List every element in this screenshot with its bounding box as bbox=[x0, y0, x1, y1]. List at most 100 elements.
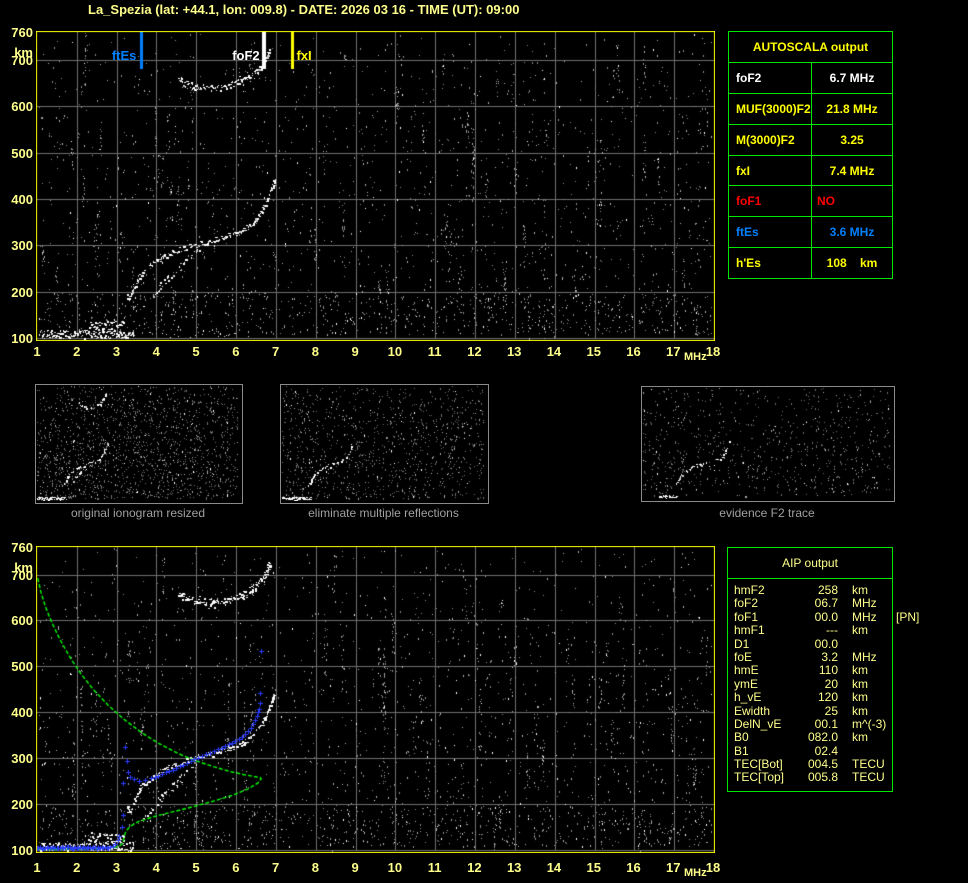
aip-gap bbox=[838, 718, 852, 731]
aip-name: DelN_vE bbox=[734, 716, 782, 731]
y-tick-label: 300 bbox=[11, 751, 33, 767]
aip-unit: km bbox=[852, 623, 868, 638]
autoscala-row-foF2: foF2 6.7 MHz bbox=[729, 63, 892, 94]
aip-row-foE: foE 3.2 MHz bbox=[734, 649, 892, 664]
aip-val: 02.4 bbox=[814, 743, 838, 758]
x-tick-label: 10 bbox=[387, 860, 403, 875]
autoscala-row-label: h'Es bbox=[729, 248, 812, 279]
aip-table-header: AIP output bbox=[728, 548, 892, 579]
aip-row-hmE: hmE 110 km bbox=[734, 663, 892, 678]
autoscala-row-value: NO bbox=[817, 194, 835, 209]
aip-output-table: AIP output hmF2 258 km foF2 06.7 MHz foF1 00.0 M… bbox=[727, 547, 919, 792]
x-tick-label: 12 bbox=[467, 860, 482, 875]
autoscala-output-table: AUTOSCALA output foF2 6.7 MHz MUF(3000)F2 2… bbox=[728, 31, 893, 279]
aip-name: Ewidth bbox=[734, 703, 771, 718]
autoscala-table-rows: foF2 6.7 MHz MUF(3000)F2 21.8 MHz M(3000)F2 3… bbox=[729, 63, 892, 279]
aip-name: h_vE bbox=[734, 690, 762, 705]
aip-name: hmF2 bbox=[734, 583, 765, 597]
aip-gap bbox=[838, 597, 852, 610]
aip-name: hmF1 bbox=[734, 623, 765, 638]
x-tick-label: 13 bbox=[506, 344, 522, 359]
aip-name: hmE bbox=[734, 663, 759, 678]
aip-val: 082.0 bbox=[807, 730, 838, 745]
y-axis-unit-label: km bbox=[14, 45, 33, 60]
aip-gap bbox=[838, 651, 852, 664]
x-tick-label: 3 bbox=[112, 860, 121, 875]
aip-gap bbox=[838, 745, 852, 758]
aip-unit: km bbox=[852, 583, 868, 597]
aip-gap bbox=[838, 624, 852, 637]
x-tick-label: 1 bbox=[33, 344, 41, 359]
autoscala-row-fxI: fxI 7.4 MHz bbox=[729, 155, 892, 187]
autoscala-row-foF1: foF1 NO bbox=[729, 186, 892, 218]
x-tick-label: 5 bbox=[192, 860, 200, 875]
aip-val: --- bbox=[826, 623, 838, 638]
aip-gap bbox=[838, 731, 852, 744]
x-tick-label: 6 bbox=[232, 344, 240, 359]
thumbnail-original-canvas bbox=[36, 385, 240, 501]
y-tick-label: 760 bbox=[11, 540, 33, 555]
aip-val: 00.0 bbox=[814, 636, 838, 651]
thumbnail-caption-evidence: evidence F2 trace bbox=[719, 506, 815, 520]
x-tick-label: 5 bbox=[192, 344, 200, 359]
x-tick-label: 14 bbox=[546, 344, 562, 359]
y-tick-label: 500 bbox=[11, 659, 33, 675]
aip-row-B1: B1 02.4 bbox=[734, 743, 892, 758]
ionogram-top-canvas bbox=[36, 31, 715, 341]
aip-row-Ewidth: Ewidth 25 km bbox=[734, 703, 892, 718]
aip-row-foF2: foF2 06.7 MHz bbox=[734, 596, 892, 611]
autoscala-row-M(3000)F2: M(3000)F2 3.25 bbox=[729, 124, 892, 156]
aip-val: 3.2 bbox=[821, 649, 838, 664]
x-tick-label: 16 bbox=[626, 860, 641, 875]
ionogram-bottom-canvas bbox=[36, 546, 715, 853]
aip-unit bbox=[852, 745, 896, 758]
aip-row-TEC[Bot]: TEC[Bot] 004.5 TECU bbox=[734, 757, 892, 772]
aip-gap bbox=[838, 771, 852, 784]
aip-gap bbox=[838, 584, 852, 597]
aip-name: TEC[Bot] bbox=[734, 757, 783, 772]
y-axis-unit-label: km bbox=[14, 560, 33, 575]
autoscala-row-label: foF2 bbox=[729, 63, 812, 93]
x-tick-label: 9 bbox=[351, 860, 359, 875]
x-tick-label: 11 bbox=[427, 860, 442, 875]
thumbnail-caption-original: original ionogram resized bbox=[70, 506, 206, 520]
aip-unit: MHz bbox=[852, 596, 877, 611]
aip-val: 06.7 bbox=[814, 596, 838, 611]
aip-unit: MHz bbox=[852, 649, 877, 664]
aip-name: D1 bbox=[734, 636, 750, 651]
x-tick-label: 9 bbox=[351, 344, 359, 359]
aip-unit: m^(-3) bbox=[852, 716, 887, 731]
aip-unit: km bbox=[852, 703, 868, 718]
aip-name: B1 bbox=[734, 743, 749, 758]
x-axis-unit-label: MHz bbox=[684, 867, 707, 879]
aip-gap bbox=[838, 758, 852, 771]
x-tick-label: 7 bbox=[271, 860, 280, 875]
x-tick-label: 14 bbox=[546, 860, 562, 875]
aip-gap bbox=[838, 705, 852, 718]
autoscala-row-label: MUF(3000)F2 bbox=[729, 93, 812, 124]
autoscala-row-value: 6.7 MHz bbox=[829, 70, 875, 85]
x-tick-label: 11 bbox=[427, 344, 442, 359]
aip-name: foF1 bbox=[734, 609, 759, 624]
aip-val: 25 bbox=[824, 703, 838, 718]
thumbnail-eliminate-canvas bbox=[281, 385, 486, 501]
autoscala-window: La_Spezia (lat: +44.1, lon: 009.8) - DAT… bbox=[0, 0, 968, 883]
x-tick-label: 15 bbox=[586, 860, 601, 875]
thumbnail-caption-eliminate: eliminate multiple reflections bbox=[308, 506, 459, 520]
x-tick-label: 6 bbox=[232, 860, 240, 875]
aip-row-foF1: foF1 00.0 MHz [PN] bbox=[734, 609, 919, 624]
x-tick-label: 2 bbox=[73, 344, 81, 359]
y-tick-label: 500 bbox=[11, 145, 33, 161]
aip-unit: TECU bbox=[852, 757, 885, 772]
autoscala-row-label: fxI bbox=[729, 155, 812, 186]
autoscala-row-value: 21.8 MHz bbox=[826, 101, 878, 116]
x-tick-label: 8 bbox=[311, 344, 319, 359]
autoscala-row-value: 7.4 MHz bbox=[829, 163, 875, 178]
x-tick-label: 10 bbox=[387, 344, 403, 359]
aip-unit: MHz bbox=[852, 609, 877, 624]
aip-unit: km bbox=[852, 730, 868, 745]
y-tick-label: 100 bbox=[11, 843, 33, 858]
y-tick-label: 200 bbox=[11, 284, 33, 300]
autoscala-row-ftEs: ftEs 3.6 MHz bbox=[729, 217, 892, 249]
x-tick-label: 8 bbox=[311, 860, 319, 875]
